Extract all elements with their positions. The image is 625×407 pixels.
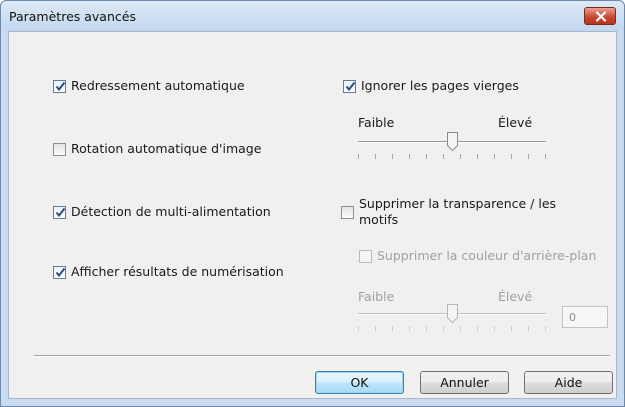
multifeed-detection-label[interactable]: Détection de multi-alimentation <box>71 204 271 219</box>
show-results-label[interactable]: Afficher résultats de numérisation <box>71 264 284 279</box>
dialog-title: Paramètres avancés <box>9 9 136 24</box>
close-button[interactable] <box>584 7 616 25</box>
checkmark-icon <box>55 207 66 218</box>
remove-bleed-checkbox[interactable] <box>341 206 354 219</box>
advanced-settings-dialog: Paramètres avancés Redressement automati… <box>0 0 625 407</box>
auto-rotate-checkbox[interactable] <box>53 143 66 156</box>
blank-sensitivity-min-label: Faible <box>358 115 395 130</box>
remove-background-checkbox[interactable] <box>359 250 372 263</box>
checkmark-icon <box>55 267 66 278</box>
background-sensitivity-ticks <box>358 326 546 332</box>
skip-blank-label[interactable]: Ignorer les pages vierges <box>361 78 519 93</box>
auto-deskew-label[interactable]: Redressement automatique <box>71 78 245 93</box>
multifeed-detection-checkbox[interactable] <box>53 206 66 219</box>
separator <box>34 355 610 357</box>
auto-deskew-checkbox[interactable] <box>53 80 66 93</box>
background-sensitivity-max-label: Élevé <box>498 289 533 304</box>
cancel-button[interactable]: Annuler <box>420 371 509 394</box>
dialog-body: Redressement automatique Rotation automa… <box>8 31 617 399</box>
title-bar: Paramètres avancés <box>1 1 624 31</box>
checkmark-icon <box>345 81 356 92</box>
blank-sensitivity-slider-thumb[interactable] <box>447 132 458 151</box>
remove-bleed-label-line2[interactable]: motifs <box>359 212 398 227</box>
auto-rotate-label[interactable]: Rotation automatique d'image <box>71 141 261 156</box>
show-results-checkbox[interactable] <box>53 266 66 279</box>
background-sensitivity-value-field[interactable]: 0 <box>562 306 608 328</box>
skip-blank-checkbox[interactable] <box>343 80 356 93</box>
checkmark-icon <box>55 81 66 92</box>
remove-bleed-label-line1[interactable]: Supprimer la transparence / les <box>359 196 556 211</box>
ok-button[interactable]: OK <box>315 371 404 394</box>
background-sensitivity-slider-thumb[interactable] <box>447 304 458 323</box>
blank-sensitivity-ticks <box>358 154 546 160</box>
remove-background-label: Supprimer la couleur d'arrière-plan <box>377 248 597 263</box>
background-sensitivity-min-label: Faible <box>358 289 395 304</box>
blank-sensitivity-max-label: Élevé <box>498 115 533 130</box>
close-icon <box>595 11 607 22</box>
help-button[interactable]: Aide <box>524 371 613 394</box>
